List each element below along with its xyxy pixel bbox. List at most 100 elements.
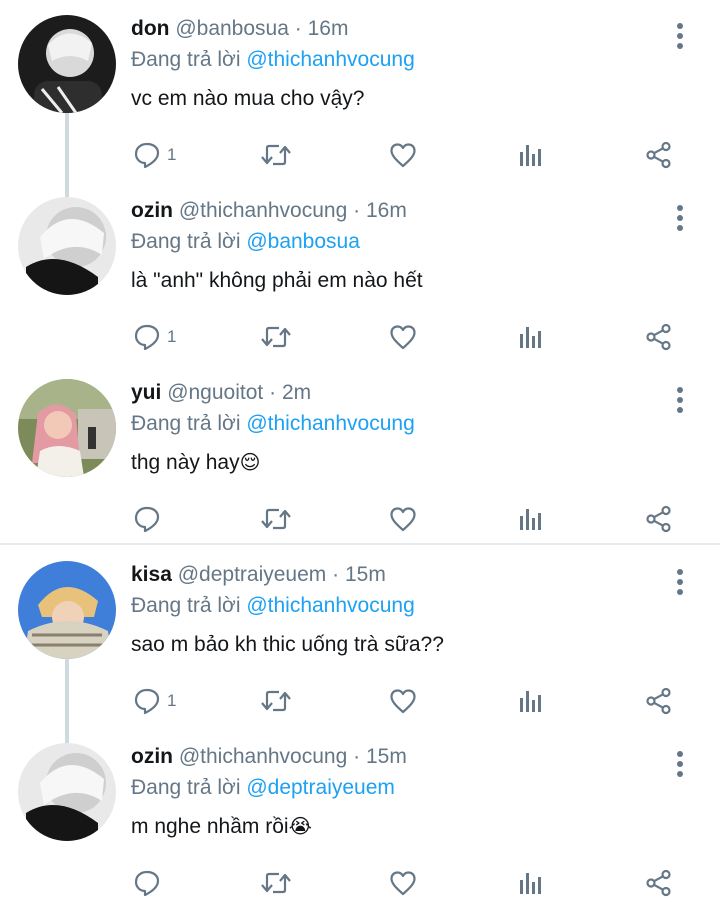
reply-button[interactable]: 1 (133, 681, 176, 721)
more-icon[interactable] (668, 385, 692, 415)
retweet-button[interactable] (260, 135, 292, 175)
share-icon (646, 323, 671, 351)
reply-icon (134, 688, 160, 715)
tweet-header: kisa @deptraiyeuem · 15m (131, 561, 386, 589)
analytics-button[interactable] (518, 135, 544, 175)
like-icon (390, 143, 416, 168)
replying-prefix: Đang trả lời (131, 230, 241, 253)
like-button[interactable] (389, 681, 417, 721)
emoji: 😌 (239, 452, 261, 474)
like-button[interactable] (389, 135, 417, 175)
timestamp[interactable]: 15m (366, 745, 407, 768)
action-bar: 1 (0, 681, 720, 721)
retweet-button[interactable] (260, 317, 292, 357)
reply-button[interactable]: 1 (133, 135, 176, 175)
display-name[interactable]: kisa (131, 563, 172, 586)
tweet[interactable]: ozin @thichanhvocung · 16m Đang trả lời … (0, 193, 720, 377)
separator: · (353, 745, 361, 768)
timestamp[interactable]: 15m (345, 563, 386, 586)
more-icon[interactable] (668, 21, 692, 51)
tweet-header: don @banbosua · 16m (131, 15, 348, 43)
replying-to: Đang trả lời @deptraiyeuem (131, 774, 395, 802)
replying-to: Đang trả lời @thichanhvocung (131, 410, 415, 438)
reply-count: 1 (167, 145, 177, 164)
handle[interactable]: @deptraiyeuem (178, 563, 327, 586)
analytics-button[interactable] (518, 317, 544, 357)
analytics-button[interactable] (518, 499, 544, 539)
analytics-icon (520, 873, 541, 894)
mention-link[interactable]: @thichanhvocung (246, 594, 414, 617)
tweet-text-body: vc em nào mua cho vậy? (131, 87, 365, 110)
emoji: 😭 (288, 816, 312, 838)
replying-prefix: Đang trả lời (131, 776, 241, 799)
reply-button[interactable] (133, 499, 167, 539)
handle[interactable]: @banbosua (175, 17, 289, 40)
handle[interactable]: @thichanhvocung (179, 745, 347, 768)
mention-link[interactable]: @deptraiyeuem (246, 776, 395, 799)
retweet-button[interactable] (260, 681, 292, 721)
tweet-text: thg này hay😌 (131, 449, 260, 477)
display-name[interactable]: ozin (131, 745, 173, 768)
display-name[interactable]: don (131, 17, 169, 40)
reply-button[interactable] (133, 863, 167, 903)
avatar[interactable] (18, 561, 116, 659)
retweet-button[interactable] (260, 499, 292, 539)
action-bar: 1 (0, 135, 720, 175)
like-button[interactable] (389, 317, 417, 357)
analytics-button[interactable] (518, 681, 544, 721)
share-button[interactable] (645, 135, 673, 175)
tweet-text-body: là "anh" không phải em nào hết (131, 269, 423, 292)
avatar[interactable] (18, 379, 116, 477)
tweet[interactable]: kisa @deptraiyeuem · 15m Đang trả lời @t… (0, 561, 720, 743)
retweet-icon (261, 508, 291, 530)
avatar[interactable] (18, 15, 116, 113)
analytics-icon (520, 691, 541, 712)
handle[interactable]: @thichanhvocung (179, 199, 347, 222)
display-name[interactable]: yui (131, 381, 161, 404)
handle[interactable]: @nguoitot (167, 381, 263, 404)
like-button[interactable] (389, 499, 417, 539)
like-icon (390, 871, 416, 896)
tweet-header: ozin @thichanhvocung · 15m (131, 743, 407, 771)
timestamp[interactable]: 2m (282, 381, 311, 404)
tweet[interactable]: yui @nguoitot · 2m Đang trả lời @thichan… (0, 379, 720, 539)
share-button[interactable] (645, 681, 673, 721)
share-icon (646, 505, 671, 533)
timestamp[interactable]: 16m (366, 199, 407, 222)
like-icon (390, 507, 416, 532)
share-icon (646, 869, 671, 897)
display-name[interactable]: ozin (131, 199, 173, 222)
mention-link[interactable]: @banbosua (246, 230, 360, 253)
retweet-button[interactable] (260, 863, 292, 903)
share-icon (646, 141, 671, 169)
mention-link[interactable]: @thichanhvocung (246, 412, 414, 435)
tweet[interactable]: don @banbosua · 16m Đang trả lời @thicha… (0, 15, 720, 195)
tweet[interactable]: ozin @thichanhvocung · 15m Đang trả lời … (0, 743, 720, 903)
tweet-header: ozin @thichanhvocung · 16m (131, 197, 407, 225)
separator: · (294, 17, 302, 40)
share-button[interactable] (645, 317, 673, 357)
retweet-icon (261, 144, 291, 166)
tweet-text: là "anh" không phải em nào hết (131, 267, 423, 295)
more-icon[interactable] (668, 203, 692, 233)
more-icon[interactable] (668, 749, 692, 779)
tweet-text: m nghe nhầm rồi😭 (131, 813, 312, 841)
retweet-icon (261, 326, 291, 348)
reply-icon (134, 142, 160, 169)
more-icon[interactable] (668, 567, 692, 597)
avatar[interactable] (18, 197, 116, 295)
reply-icon (134, 324, 160, 351)
action-bar (0, 863, 720, 903)
timestamp[interactable]: 16m (308, 17, 349, 40)
like-button[interactable] (389, 863, 417, 903)
reply-button[interactable]: 1 (133, 317, 176, 357)
share-button[interactable] (645, 499, 673, 539)
replying-to: Đang trả lời @thichanhvocung (131, 46, 415, 74)
analytics-button[interactable] (518, 863, 544, 903)
avatar[interactable] (18, 743, 116, 841)
reply-count: 1 (167, 691, 177, 710)
thread-divider (0, 543, 720, 545)
mention-link[interactable]: @thichanhvocung (246, 48, 414, 71)
like-icon (390, 689, 416, 714)
share-button[interactable] (645, 863, 673, 903)
